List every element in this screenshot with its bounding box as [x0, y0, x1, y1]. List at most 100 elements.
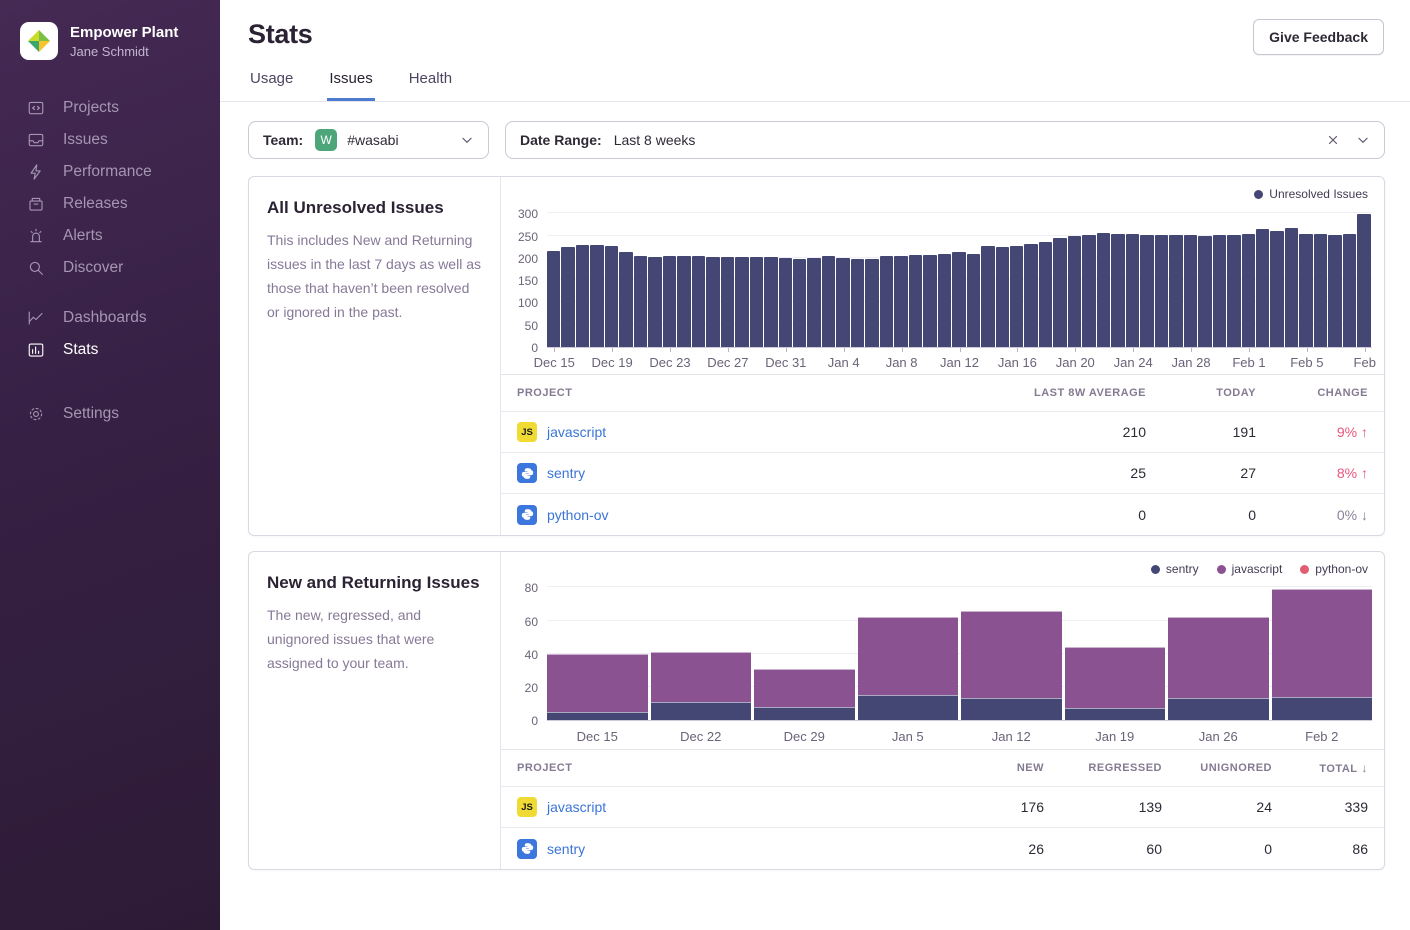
x-tick-label: Feb [1354, 355, 1376, 370]
javascript-project-icon: JS [517, 422, 537, 442]
alerts-icon [27, 227, 45, 245]
unresolved-bar [967, 254, 980, 347]
project-cell: JS javascript [517, 422, 966, 442]
sentry-segment [858, 695, 959, 720]
give-feedback-button[interactable]: Give Feedback [1253, 19, 1384, 55]
org-logo-icon [20, 22, 58, 60]
unresolved-bar [1169, 235, 1182, 347]
x-tick-label: Jan 8 [886, 355, 918, 370]
org-header[interactable]: Empower Plant Jane Schmidt [0, 0, 220, 78]
y-axis: 050100150200250300 [513, 210, 547, 348]
unresolved-bar [648, 257, 661, 347]
unresolved-bar [1314, 234, 1327, 347]
stacked-bar [1168, 585, 1269, 720]
column-header-new[interactable]: NEW [894, 762, 1044, 774]
unresolved-bar [880, 256, 893, 347]
sentry-segment [651, 702, 752, 720]
unresolved-bar [1328, 235, 1341, 347]
team-filter-label: Team: [263, 132, 303, 148]
unresolved-bar [923, 255, 936, 347]
sidebar-item-projects[interactable]: Projects [0, 92, 220, 124]
unresolved-bar [1285, 228, 1298, 347]
project-link[interactable]: sentry [547, 465, 585, 481]
project-link[interactable]: sentry [547, 841, 585, 857]
tab-issues[interactable]: Issues [327, 70, 374, 101]
unresolved-issues-chart: Unresolved Issues050100150200250300Dec 1… [501, 177, 1384, 374]
new-returning-issues-panel: New and Returning Issues The new, regres… [248, 551, 1385, 870]
discover-icon [27, 259, 45, 277]
project-link[interactable]: javascript [547, 799, 606, 815]
unresolved-bar [1126, 234, 1139, 347]
new-returning-issues-chart: sentryjavascriptpython-ov020406080Dec 15… [501, 552, 1384, 749]
project-cell: JSjavascript [517, 797, 894, 817]
unresolved-bar [750, 257, 763, 347]
legend-item-python-ov: python-ov [1300, 562, 1368, 576]
date-range-filter[interactable]: Date Range: Last 8 weeks [505, 121, 1385, 159]
page-title: Stats [248, 19, 313, 50]
stacked-bar [547, 585, 648, 720]
performance-icon [27, 163, 45, 181]
unresolved-bar [909, 255, 922, 347]
x-tick-label: Dec 22 [651, 721, 752, 749]
x-tick-label: Jan 19 [1065, 721, 1166, 749]
column-header-total[interactable]: TOTAL↓ [1272, 761, 1368, 775]
javascript-segment [547, 654, 648, 712]
date-range-value: Last 8 weeks [614, 132, 696, 148]
x-tick-label: Jan 20 [1056, 355, 1095, 370]
sidebar-item-stats[interactable]: Stats [0, 334, 220, 366]
table-row: JSjavascript17613924339 [501, 787, 1384, 828]
column-header-last-8w-average[interactable]: LAST 8W AVERAGE [966, 387, 1146, 399]
unresolved-bar [779, 258, 792, 347]
sidebar-item-issues[interactable]: Issues [0, 124, 220, 156]
project-link[interactable]: python-ov [547, 507, 608, 523]
table-row: python-ov000% ↓ [501, 494, 1384, 535]
team-avatar: W [315, 129, 337, 151]
y-tick-label: 40 [525, 648, 538, 662]
column-header-project[interactable]: PROJECT [517, 762, 894, 774]
python-project-icon [517, 839, 537, 859]
team-filter[interactable]: Team: W #wasabi [248, 121, 489, 159]
tab-usage[interactable]: Usage [248, 70, 295, 101]
column-header-regressed[interactable]: REGRESSED [1044, 762, 1162, 774]
tab-health[interactable]: Health [407, 70, 454, 101]
sentry-segment [547, 712, 648, 720]
y-tick-label: 150 [518, 274, 538, 288]
sidebar-item-alerts[interactable]: Alerts [0, 220, 220, 252]
unresolved-bar [1111, 234, 1124, 347]
chevron-down-icon[interactable] [460, 133, 474, 147]
unresolved-bar [894, 256, 907, 347]
javascript-segment [651, 652, 752, 702]
y-axis: 020406080 [513, 585, 547, 721]
unresolved-bar [619, 252, 632, 347]
unresolved-bar [576, 245, 589, 347]
sidebar-item-performance[interactable]: Performance [0, 156, 220, 188]
y-tick-label: 0 [531, 341, 538, 355]
column-header-change[interactable]: CHANGE [1256, 387, 1368, 399]
sidebar: Empower Plant Jane Schmidt ProjectsIssue… [0, 0, 220, 930]
chart-legend: sentryjavascriptpython-ov [513, 560, 1372, 585]
unresolved-issues-panel: All Unresolved Issues This includes New … [248, 176, 1385, 536]
column-header-unignored[interactable]: UNIGNORED [1162, 762, 1272, 774]
clear-icon[interactable] [1326, 133, 1340, 147]
x-tick-label: Dec 31 [765, 355, 806, 370]
legend-item-sentry: sentry [1151, 562, 1199, 576]
date-range-label: Date Range: [520, 132, 602, 148]
unresolved-issues-table: PROJECTLAST 8W AVERAGETODAYCHANGE JS javas… [501, 374, 1384, 535]
project-cell: sentry [517, 463, 966, 483]
y-tick-label: 50 [525, 319, 538, 333]
project-link[interactable]: javascript [547, 424, 606, 440]
legend-label: sentry [1166, 562, 1199, 576]
sidebar-item-dashboards[interactable]: Dashboards [0, 302, 220, 334]
x-tick-label: Jan 12 [940, 355, 979, 370]
y-tick-label: 60 [525, 615, 538, 629]
column-header-project[interactable]: PROJECT [517, 387, 966, 399]
settings-icon [27, 405, 45, 423]
chevron-down-icon[interactable] [1356, 133, 1370, 147]
unresolved-bar [764, 257, 777, 347]
column-header-today[interactable]: TODAY [1146, 387, 1256, 399]
value-cell: 339 [1272, 799, 1368, 815]
unresolved-bar [851, 259, 864, 347]
sidebar-item-discover[interactable]: Discover [0, 252, 220, 284]
sidebar-item-releases[interactable]: Releases [0, 188, 220, 220]
sidebar-item-settings[interactable]: Settings [0, 398, 220, 430]
